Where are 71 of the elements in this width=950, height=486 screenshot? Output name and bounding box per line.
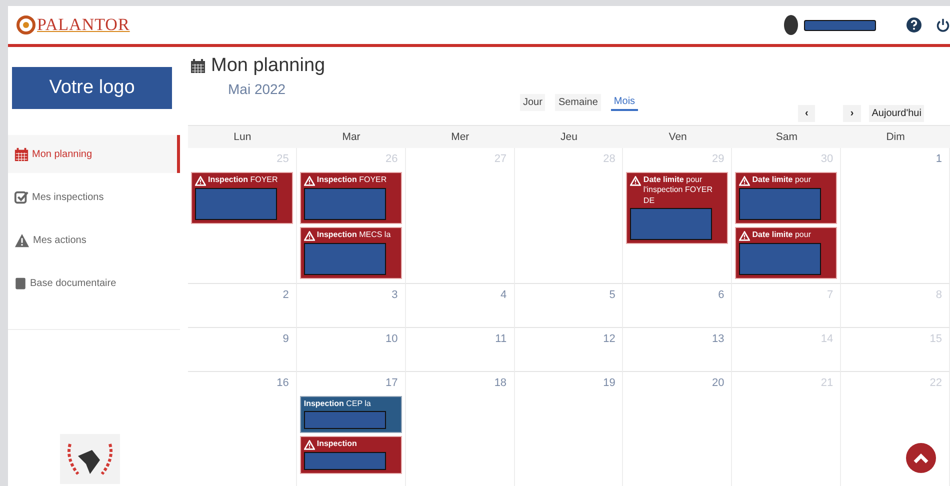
weekday-header: Ven — [668, 131, 688, 143]
previous-button[interactable]: ‹ — [798, 105, 816, 122]
power-icon[interactable] — [936, 17, 950, 33]
event-title: Inspection CEP la — [304, 399, 371, 410]
event-title: Inspection MECS la — [316, 230, 391, 240]
warning-icon — [195, 176, 206, 186]
calendar-icon — [190, 58, 206, 74]
calendar-event[interactable]: Date limite pour — [735, 227, 838, 279]
day-number: 13 — [711, 332, 726, 347]
day-number: 5 — [608, 288, 616, 303]
event-title: Inspection — [316, 439, 357, 450]
checkbox-icon — [14, 190, 29, 204]
logo-text: PALANTOR — [37, 15, 130, 35]
day-number: 17 — [384, 376, 399, 391]
view-tab[interactable]: Jour — [520, 94, 546, 111]
warning-icon — [14, 232, 30, 248]
day-number: 18 — [493, 376, 508, 391]
calendar-icon — [14, 146, 29, 162]
day-number: 16 — [276, 376, 290, 391]
day-number: 11 — [494, 332, 508, 347]
weekday-header: Jeu — [560, 131, 578, 143]
calendar-event[interactable]: Date limite pour l'inspection FOYER DE — [626, 172, 728, 244]
month-label: Mai 2022 — [228, 81, 286, 97]
weekday-header: Lun — [232, 131, 252, 143]
scroll-top-button[interactable] — [906, 443, 936, 473]
warning-icon — [304, 440, 315, 450]
warning-icon — [739, 176, 750, 186]
day-number: 4 — [499, 288, 508, 303]
event-title: Inspection FOYER — [316, 175, 387, 186]
weekday-header: Sam — [774, 131, 798, 143]
sidebar-item[interactable]: Mes inspections — [8, 178, 180, 216]
weekday-header: Mar — [341, 131, 362, 143]
help-icon[interactable] — [906, 17, 922, 33]
today-button[interactable]: Aujourd'hui — [868, 105, 924, 122]
chevron-up-icon — [913, 452, 929, 464]
laurel-emblem-drawing — [60, 434, 120, 484]
weekday-header: Mer — [450, 131, 470, 143]
view-tab[interactable]: Mois — [610, 94, 638, 111]
day-number: 9 — [282, 332, 290, 347]
calendar-event[interactable]: Inspection FOYER — [300, 172, 402, 224]
event-title: Date limite pour — [752, 175, 811, 186]
warning-icon — [630, 176, 642, 186]
calendar-event[interactable]: Inspection — [300, 436, 402, 474]
day-number: 3 — [390, 288, 399, 303]
weekday-header: Dim — [885, 131, 906, 143]
redacted-username — [804, 20, 876, 30]
calendar-event[interactable]: Inspection MECS la — [300, 227, 402, 279]
next-button[interactable]: › — [843, 105, 861, 122]
avatar-icon — [784, 15, 798, 35]
warning-icon — [304, 231, 315, 241]
calendar-event[interactable]: Inspection FOYER — [191, 172, 293, 224]
calendar-event[interactable]: Date limite pour — [735, 172, 838, 224]
day-number: 19 — [602, 376, 616, 391]
event-title: Date limite pour l'inspection FOYER DE — [643, 175, 714, 206]
day-number: 10 — [384, 332, 399, 347]
day-number: 2 — [282, 288, 290, 303]
event-title: Inspection FOYER — [208, 175, 278, 186]
sidebar-item[interactable]: Base documentaire — [8, 264, 180, 302]
day-number: 12 — [602, 332, 616, 347]
day-number: 6 — [717, 288, 726, 303]
day-number: 20 — [711, 376, 726, 391]
page-title: Mon planning — [211, 55, 326, 77]
sidebar-item[interactable]: Mes actions — [8, 221, 180, 259]
logo-box: Votre logo — [12, 67, 172, 109]
sidebar-item[interactable]: Mon planning — [8, 135, 180, 173]
view-tab[interactable]: Semaine — [555, 94, 601, 111]
calendar-event[interactable]: Inspection CEP la — [300, 396, 402, 434]
warning-icon — [739, 231, 750, 241]
event-title: Date limite pour — [752, 230, 811, 240]
day-number: 1 — [934, 152, 943, 167]
warning-icon — [304, 176, 315, 186]
